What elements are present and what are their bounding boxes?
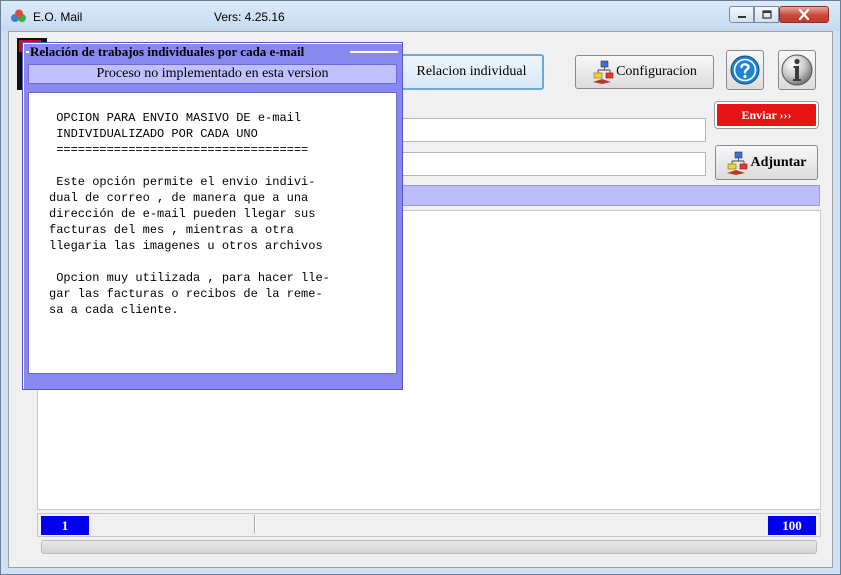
status-divider <box>254 515 256 533</box>
status-start-badge: 1 <box>41 516 89 535</box>
dialog-title-rule-left <box>26 51 29 53</box>
info-button[interactable] <box>778 50 816 90</box>
attach-flowchart-icon <box>727 151 748 175</box>
adjuntar-button[interactable]: Adjuntar <box>715 145 818 180</box>
configuracion-label: Configuracion <box>616 64 697 79</box>
dialog-body-text: OPCION PARA ENVIO MASIVO DE e-mail INDIV… <box>28 92 397 374</box>
version-label: Vers: 4.25.16 <box>214 10 285 24</box>
dialog-body-line: Este opción permite el envio indivi- <box>49 175 316 189</box>
dialog-body-line: dirección de e-mail pueden llegar sus <box>49 207 316 221</box>
dialog-body-line: llegaria las imagenes u otros archivos <box>49 239 323 253</box>
minimize-icon <box>737 15 746 18</box>
configuracion-button[interactable]: Configuracion <box>575 55 714 89</box>
maximize-icon <box>761 10 772 19</box>
progress-bar <box>41 540 817 554</box>
dialog-body-line: INDIVIDUALIZADO POR CADA UNO <box>49 127 258 141</box>
dialog-body-line: sa a cada cliente. <box>49 303 179 317</box>
recipient-field[interactable] <box>400 118 706 142</box>
help-button[interactable] <box>726 50 764 90</box>
window-title: E.O. Mail <box>33 10 83 24</box>
dialog-title: Relación de trabajos individuales por ca… <box>30 44 305 59</box>
status-end-badge: 100 <box>768 516 816 535</box>
enviar-button[interactable]: Enviar ››› <box>714 101 819 129</box>
flowchart-icon <box>593 60 614 84</box>
dialog-body-line: Opcion muy utilizada , para hacer lle- <box>49 271 330 285</box>
dialog-body-line: =================================== <box>49 143 309 157</box>
status-bar <box>37 513 821 537</box>
subject-field[interactable] <box>400 152 706 176</box>
close-button[interactable] <box>779 6 829 23</box>
enviar-label: Enviar ››› <box>741 107 792 122</box>
dialog-body-line: OPCION PARA ENVIO MASIVO DE e-mail <box>49 111 302 125</box>
dialog-title-rule-right <box>350 51 398 53</box>
info-icon <box>781 54 813 86</box>
adjuntar-label: Adjuntar <box>750 154 807 170</box>
app-logo-icon <box>11 9 26 22</box>
close-icon <box>798 9 810 20</box>
attachment-header-band <box>400 185 820 206</box>
dialog-header: Proceso no implementado en esta version <box>28 64 397 84</box>
relacion-individual-label: Relacion individual <box>416 64 527 79</box>
dialog-body-line <box>49 254 396 270</box>
title-bar[interactable]: E.O. Mail Vers: 4.25.16 <box>1 1 840 31</box>
maximize-button[interactable] <box>754 6 779 23</box>
dialog-body-line: gar las facturas o recibos de la reme- <box>49 287 323 301</box>
help-icon <box>730 55 760 85</box>
relacion-individual-button[interactable]: Relacion individual <box>399 54 544 90</box>
dialog-body-line: dual de correo , de manera que a una <box>49 191 309 205</box>
dialog-body-line: facturas del mes , mientras a otra <box>49 223 294 237</box>
minimize-button[interactable] <box>729 6 754 23</box>
dialog-body-line <box>49 158 396 174</box>
